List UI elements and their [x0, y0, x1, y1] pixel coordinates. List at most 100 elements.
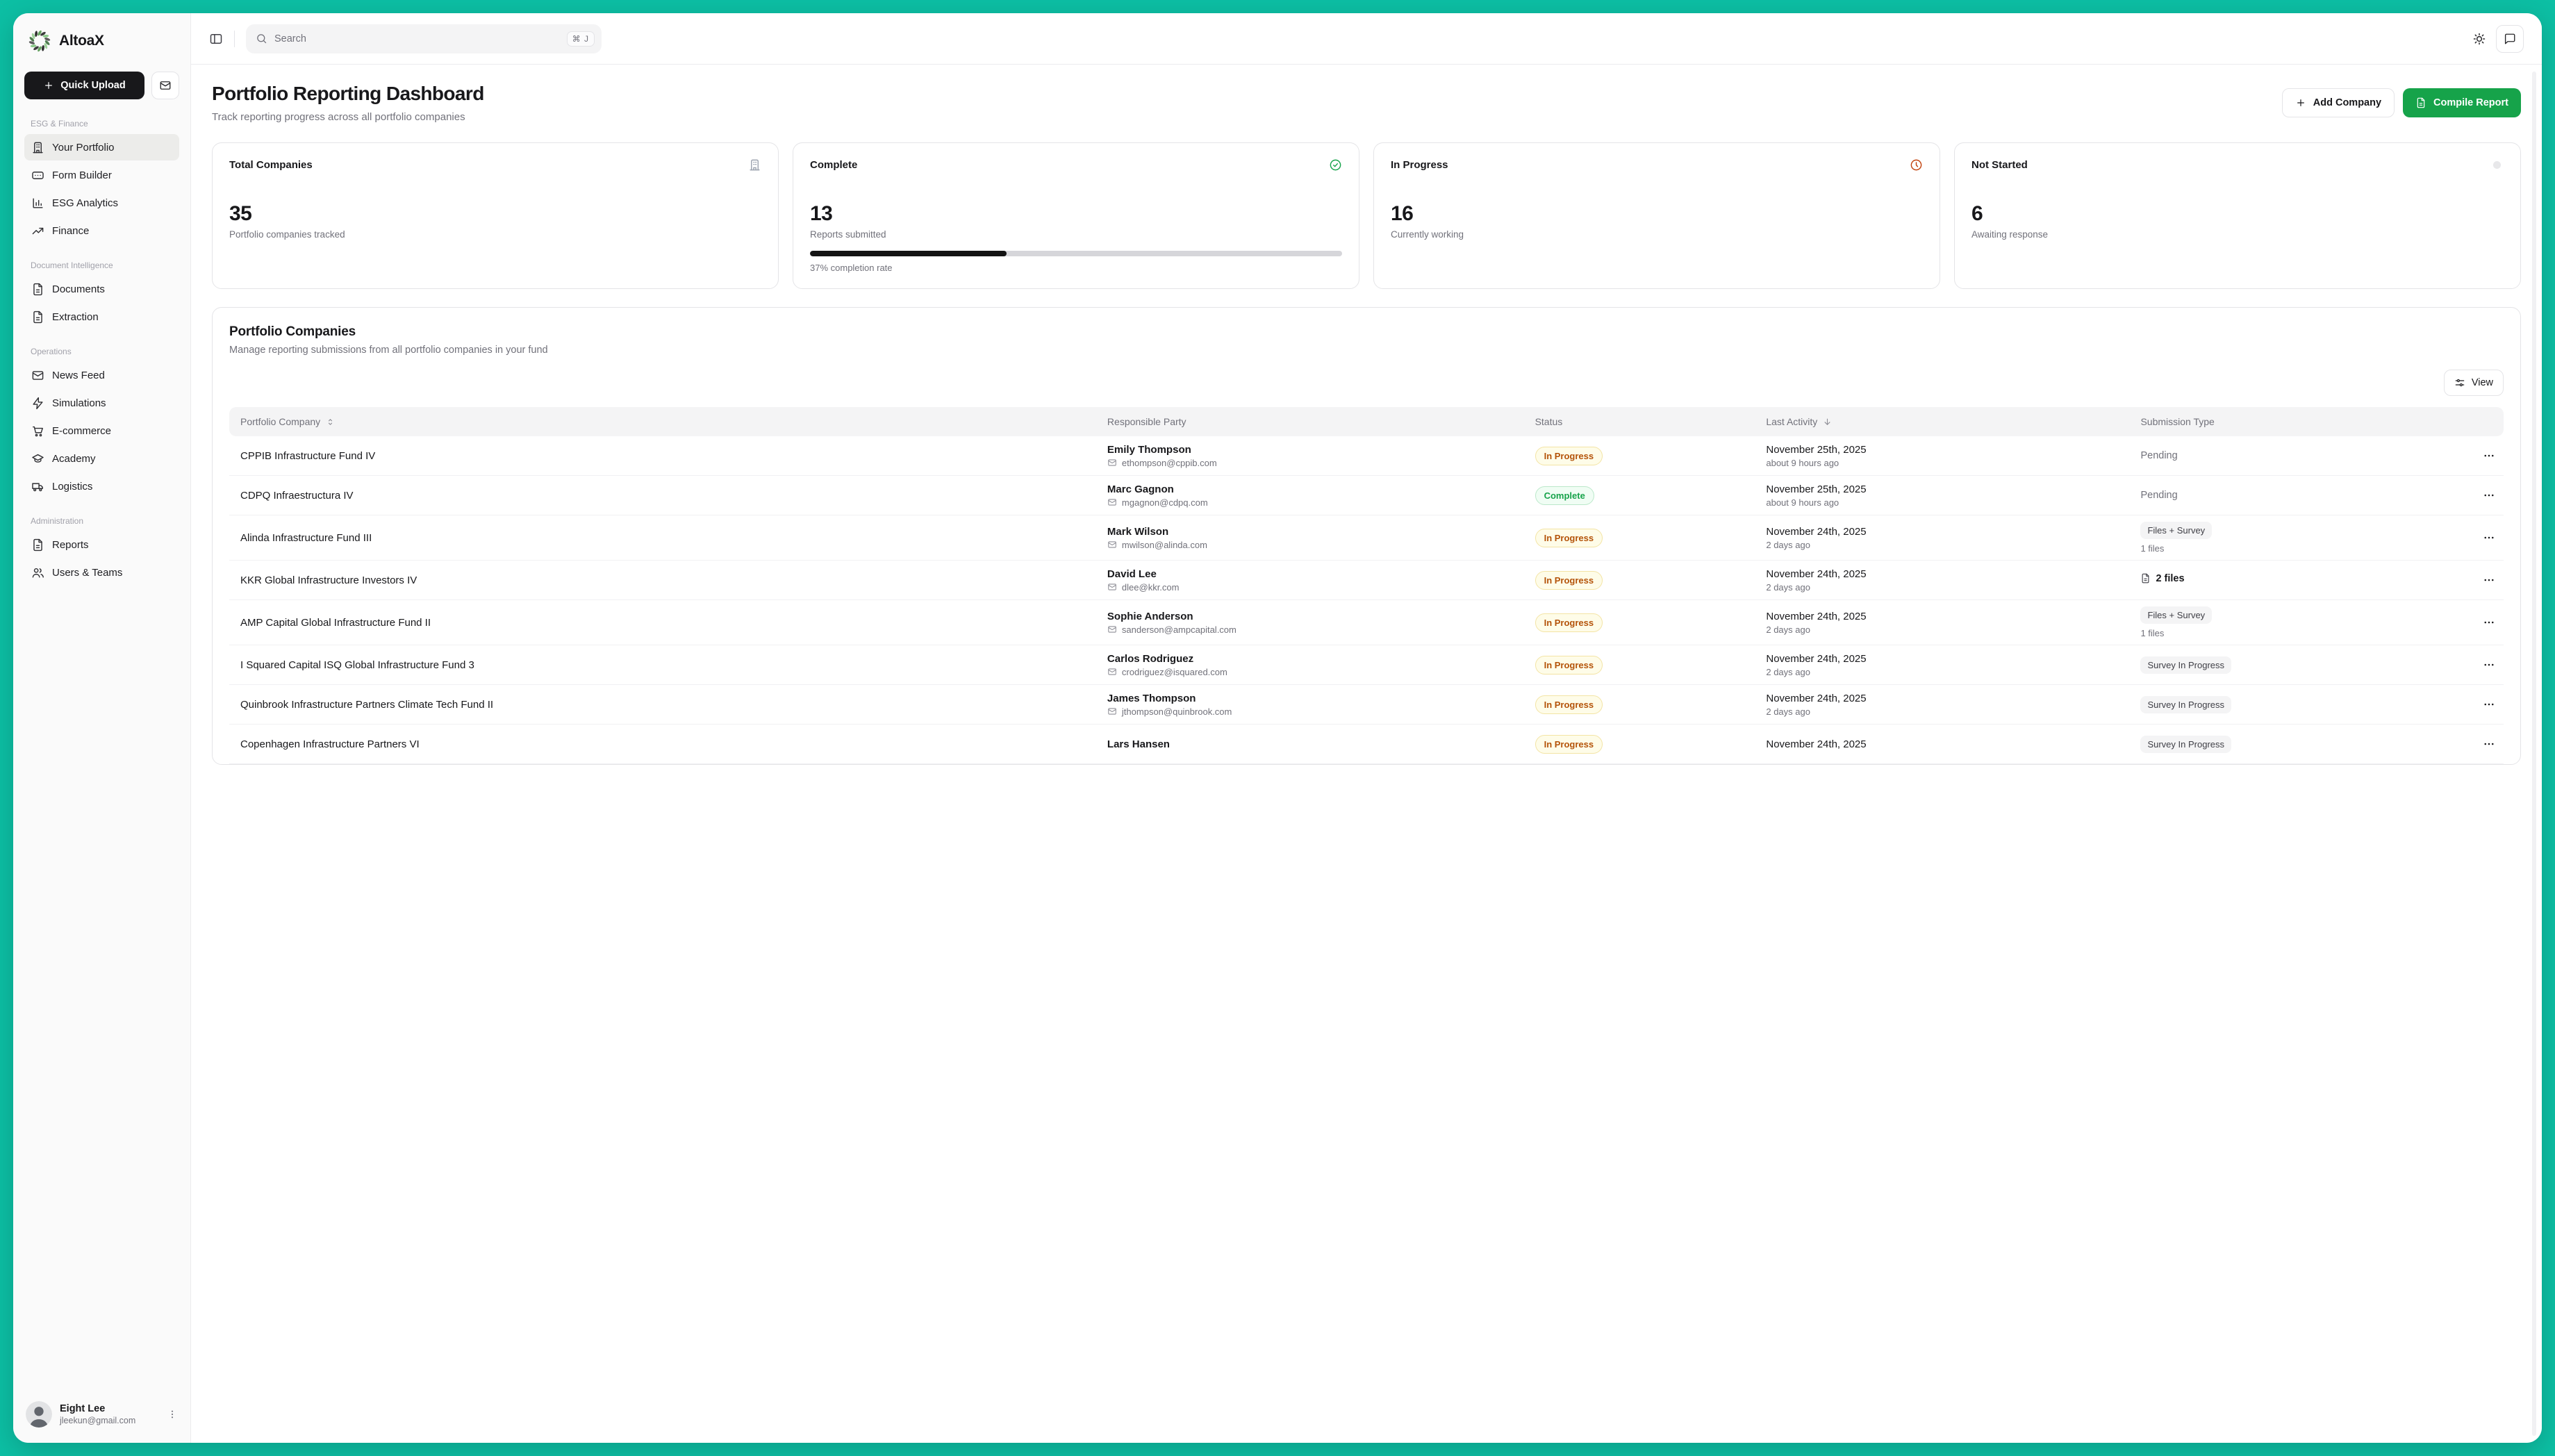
mail-icon — [1107, 706, 1117, 716]
table-row[interactable]: AMP Capital Global Infrastructure Fund I… — [229, 600, 2504, 645]
sidebar-item-simulations[interactable]: Simulations — [24, 390, 179, 416]
quick-upload-button[interactable]: Quick Upload — [24, 72, 144, 99]
feedback-button[interactable] — [2496, 25, 2524, 53]
sidebar-item-label: Reports — [52, 539, 89, 551]
row-actions-button[interactable] — [2483, 574, 2495, 586]
submission-badge: Survey In Progress — [2140, 736, 2231, 753]
truck-icon — [31, 480, 44, 493]
progress-label: 37% completion rate — [810, 263, 1342, 273]
add-company-button[interactable]: Add Company — [2282, 88, 2395, 117]
column-label: Responsible Party — [1107, 416, 1186, 427]
activity-date: November 24th, 2025 — [1766, 568, 2118, 580]
row-actions-button[interactable] — [2483, 738, 2495, 750]
activity-date: November 24th, 2025 — [1766, 653, 2118, 665]
quick-upload-label: Quick Upload — [60, 80, 125, 91]
user-profile[interactable]: Eight Lee jleekun@gmail.com — [24, 1398, 179, 1430]
sidebar-item-form-builder[interactable]: Form Builder — [24, 162, 179, 188]
column-header[interactable]: Last Activity — [1755, 416, 2129, 427]
scrollbar[interactable] — [2532, 72, 2536, 1436]
activity-relative-time: 2 days ago — [1766, 540, 2118, 550]
mail-icon — [1107, 624, 1117, 634]
email-text: ethompson@cppib.com — [1122, 458, 1217, 468]
sidebar-item-news-feed[interactable]: News Feed — [24, 362, 179, 388]
activity-relative-time: about 9 hours ago — [1766, 497, 2118, 508]
table-row[interactable]: Quinbrook Infrastructure Partners Climat… — [229, 685, 2504, 725]
sidebar-item-finance[interactable]: Finance — [24, 217, 179, 244]
row-actions-button[interactable] — [2483, 616, 2495, 629]
responsible-name: Marc Gagnon — [1107, 483, 1513, 495]
row-actions-button[interactable] — [2483, 489, 2495, 502]
chat-icon — [2504, 33, 2516, 45]
sidebar-item-documents[interactable]: Documents — [24, 276, 179, 302]
sidebar-toggle-button[interactable] — [209, 32, 223, 46]
sidebar-item-your-portfolio[interactable]: Your Portfolio — [24, 134, 179, 160]
stat-title: Total Companies — [229, 159, 313, 171]
sidebar-item-users-teams[interactable]: Users & Teams — [24, 559, 179, 586]
sort-icon[interactable] — [325, 417, 336, 427]
activity-relative-time: 2 days ago — [1766, 582, 2118, 593]
sidebar-item-label: Academy — [52, 453, 96, 465]
nav-section-label: Administration — [24, 516, 179, 526]
stat-title: Complete — [810, 159, 857, 171]
sidebar-item-extraction[interactable]: Extraction — [24, 304, 179, 330]
sidebar-item-e-commerce[interactable]: E-commerce — [24, 417, 179, 444]
row-actions-button[interactable] — [2483, 698, 2495, 711]
cart-icon — [31, 424, 44, 438]
table-row[interactable]: Alinda Infrastructure Fund III Mark Wils… — [229, 515, 2504, 561]
search-icon — [256, 33, 267, 44]
progress-bar — [810, 251, 1342, 256]
sliders-icon — [2454, 377, 2465, 388]
submission-note: 1 files — [2140, 628, 2454, 638]
company-name: Copenhagen Infrastructure Partners VI — [229, 732, 1096, 756]
sidebar-item-academy[interactable]: Academy — [24, 445, 179, 472]
sidebar-item-reports[interactable]: Reports — [24, 531, 179, 558]
compile-report-button[interactable]: Compile Report — [2403, 88, 2521, 117]
user-menu-icon[interactable] — [167, 1409, 178, 1420]
stat-description: Portfolio companies tracked — [229, 229, 761, 240]
table-row[interactable]: I Squared Capital ISQ Global Infrastruct… — [229, 645, 2504, 685]
row-actions-button[interactable] — [2483, 659, 2495, 671]
responsible-email: crodriguez@isquared.com — [1107, 667, 1513, 677]
dot-icon — [2490, 158, 2504, 172]
responsible-name: Lars Hansen — [1107, 738, 1513, 750]
sort-desc-icon[interactable] — [1822, 417, 1833, 427]
row-actions-button[interactable] — [2483, 531, 2495, 544]
sidebar: AltoaX Quick Upload ESG & FinanceYour Po… — [13, 13, 191, 1443]
status-badge: In Progress — [1535, 529, 1603, 547]
table-row[interactable]: CDPQ Infraestructura IV Marc Gagnon mgag… — [229, 476, 2504, 515]
sidebar-item-logistics[interactable]: Logistics — [24, 473, 179, 499]
table-row[interactable]: KKR Global Infrastructure Investors IV D… — [229, 561, 2504, 600]
column-header[interactable]: Responsible Party — [1096, 416, 1524, 427]
check-circle-icon — [1329, 158, 1342, 172]
sidebar-item-esg-analytics[interactable]: ESG Analytics — [24, 190, 179, 216]
inbox-button[interactable] — [151, 72, 179, 99]
email-text: sanderson@ampcapital.com — [1122, 624, 1237, 635]
main-area: Search ⌘ J Portfolio Reporting Dashboard… — [191, 13, 2542, 1443]
column-header[interactable]: Status — [1524, 416, 1755, 427]
view-button[interactable]: View — [2444, 370, 2504, 396]
email-text: crodriguez@isquared.com — [1122, 667, 1227, 677]
submission-badge: Files + Survey — [2140, 606, 2212, 624]
sidebar-item-label: E-commerce — [52, 425, 111, 437]
sidebar-item-label: Form Builder — [52, 169, 112, 181]
theme-toggle-button[interactable] — [2472, 32, 2486, 46]
sidebar-item-label: Logistics — [52, 481, 92, 493]
email-text: mwilson@alinda.com — [1122, 540, 1207, 550]
sidebar-item-label: News Feed — [52, 370, 105, 381]
status-badge: Complete — [1535, 486, 1594, 505]
responsible-email: sanderson@ampcapital.com — [1107, 624, 1513, 635]
responsible-name: Sophie Anderson — [1107, 611, 1513, 622]
activity-relative-time: about 9 hours ago — [1766, 458, 2118, 468]
file-icon — [2415, 97, 2426, 108]
stat-description: Currently working — [1391, 229, 1923, 240]
file-icon — [31, 283, 44, 296]
row-actions-button[interactable] — [2483, 449, 2495, 462]
search-input[interactable]: Search ⌘ J — [246, 24, 602, 53]
column-header[interactable]: Portfolio Company — [229, 416, 1096, 427]
column-header[interactable]: Submission Type — [2129, 416, 2465, 427]
sidebar-nav: ESG & FinanceYour PortfolioForm BuilderE… — [24, 102, 179, 587]
app-logo-icon — [27, 28, 52, 53]
ellipsis-icon — [2483, 449, 2495, 462]
table-row[interactable]: Copenhagen Infrastructure Partners VI La… — [229, 725, 2504, 764]
table-row[interactable]: CPPIB Infrastructure Fund IV Emily Thomp… — [229, 436, 2504, 476]
